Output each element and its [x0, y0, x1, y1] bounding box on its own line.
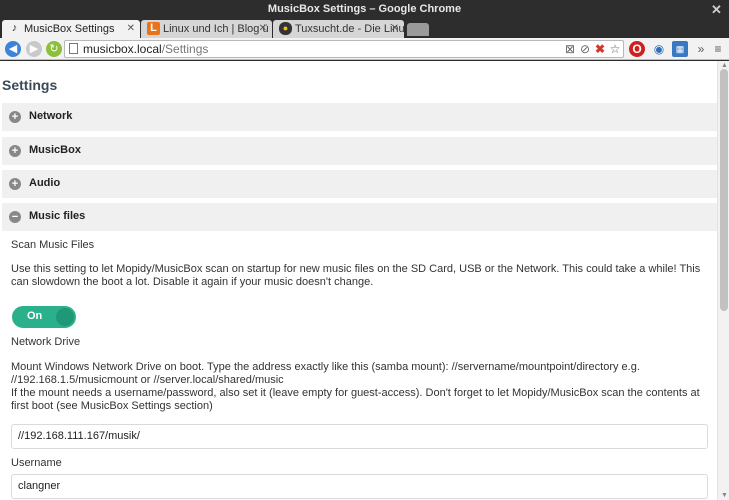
opera-icon[interactable]: O: [629, 41, 645, 57]
url-host: musicbox.local: [83, 42, 162, 56]
page-viewport: Settings + Network + MusicBox + Audio − …: [0, 61, 729, 500]
tux-icon: ●: [279, 22, 292, 35]
section-title: Music files: [29, 210, 86, 222]
tab-label: Linux und Ich | Blog ü: [163, 23, 269, 35]
tab-strip: ♪ MusicBox Settings ✕ L Linux und Ich | …: [0, 19, 729, 38]
section-title: Audio: [29, 177, 61, 189]
section-audio[interactable]: + Audio: [2, 170, 717, 198]
browser-toolbar: ◀ ▶ ↻ musicbox.local/Settings ⊠ ⊘ ✖ ☆ O …: [0, 38, 729, 60]
toggle-knob[interactable]: [56, 308, 74, 326]
toggle-label: On: [27, 310, 43, 322]
tab-musicbox-settings[interactable]: ♪ MusicBox Settings ✕: [2, 20, 140, 38]
vertical-scrollbar[interactable]: ▲ ▼: [717, 61, 729, 500]
section-music-files[interactable]: − Music files: [2, 203, 717, 231]
window-titlebar: MusicBox Settings – Google Chrome ✕: [0, 0, 729, 19]
page-title: Settings: [2, 77, 58, 93]
scan-toggle[interactable]: On: [12, 306, 76, 328]
menu-icon[interactable]: ≡: [710, 41, 726, 57]
tab-close-icon[interactable]: ✕: [127, 20, 135, 38]
window-title: MusicBox Settings – Google Chrome: [267, 3, 462, 15]
tab-label: Tuxsucht.de - Die Linu: [295, 23, 404, 35]
username-input[interactable]: clangner: [11, 474, 708, 499]
page-icon: [69, 43, 78, 54]
minus-circle-icon: −: [9, 211, 21, 223]
new-tab-button[interactable]: [407, 23, 429, 36]
globe-icon[interactable]: ◉: [651, 41, 667, 57]
section-network[interactable]: + Network: [2, 103, 717, 131]
network-drive-help: Mount Windows Network Drive on boot. Typ…: [11, 361, 640, 386]
network-drive-input[interactable]: //192.168.111.167/musik/: [11, 424, 708, 449]
plus-circle-icon: +: [9, 178, 21, 190]
scan-music-files-help: Use this setting to let Mopidy/MusicBox …: [11, 263, 701, 288]
network-drive-label: Network Drive: [11, 336, 81, 348]
scan-music-files-label: Scan Music Files: [11, 239, 95, 251]
tab-tuxsucht[interactable]: ● Tuxsucht.de - Die Linu ✕: [273, 20, 404, 38]
tab-linux-und-ich[interactable]: L Linux und Ich | Blog ü ✕: [141, 20, 272, 38]
address-bar[interactable]: musicbox.local/Settings: [64, 40, 624, 58]
plus-circle-icon: +: [9, 111, 21, 123]
image-blocked-icon[interactable]: ⊠: [562, 41, 578, 57]
tab-label: MusicBox Settings: [24, 23, 115, 35]
plus-circle-icon: +: [9, 145, 21, 157]
username-label: Username: [11, 457, 62, 469]
overflow-chevron-icon[interactable]: »: [693, 41, 709, 57]
back-icon[interactable]: ◀: [5, 41, 21, 57]
adblock-icon[interactable]: ✖: [592, 41, 608, 57]
tab-close-icon[interactable]: ✕: [391, 20, 399, 38]
section-title: Network: [29, 110, 73, 122]
scroll-up-icon[interactable]: ▲: [721, 62, 728, 69]
scroll-down-icon[interactable]: ▼: [721, 492, 728, 499]
block-icon[interactable]: ⊘: [577, 41, 593, 57]
bookmark-star-icon[interactable]: ☆: [607, 41, 623, 57]
window-close-icon[interactable]: ✕: [709, 2, 724, 17]
music-note-icon: ♪: [11, 22, 18, 34]
scroll-thumb[interactable]: [720, 69, 728, 311]
tab-close-icon[interactable]: ✕: [259, 20, 267, 38]
section-musicbox[interactable]: + MusicBox: [2, 137, 717, 165]
url-path: /Settings: [161, 42, 209, 56]
network-drive-help-credentials: If the mount needs a username/password, …: [11, 387, 700, 412]
letter-l-icon: L: [147, 22, 160, 35]
forward-icon[interactable]: ▶: [26, 41, 42, 57]
section-title: MusicBox: [29, 144, 81, 156]
chart-extension-icon[interactable]: ▦: [672, 41, 688, 57]
reload-icon[interactable]: ↻: [46, 41, 62, 57]
